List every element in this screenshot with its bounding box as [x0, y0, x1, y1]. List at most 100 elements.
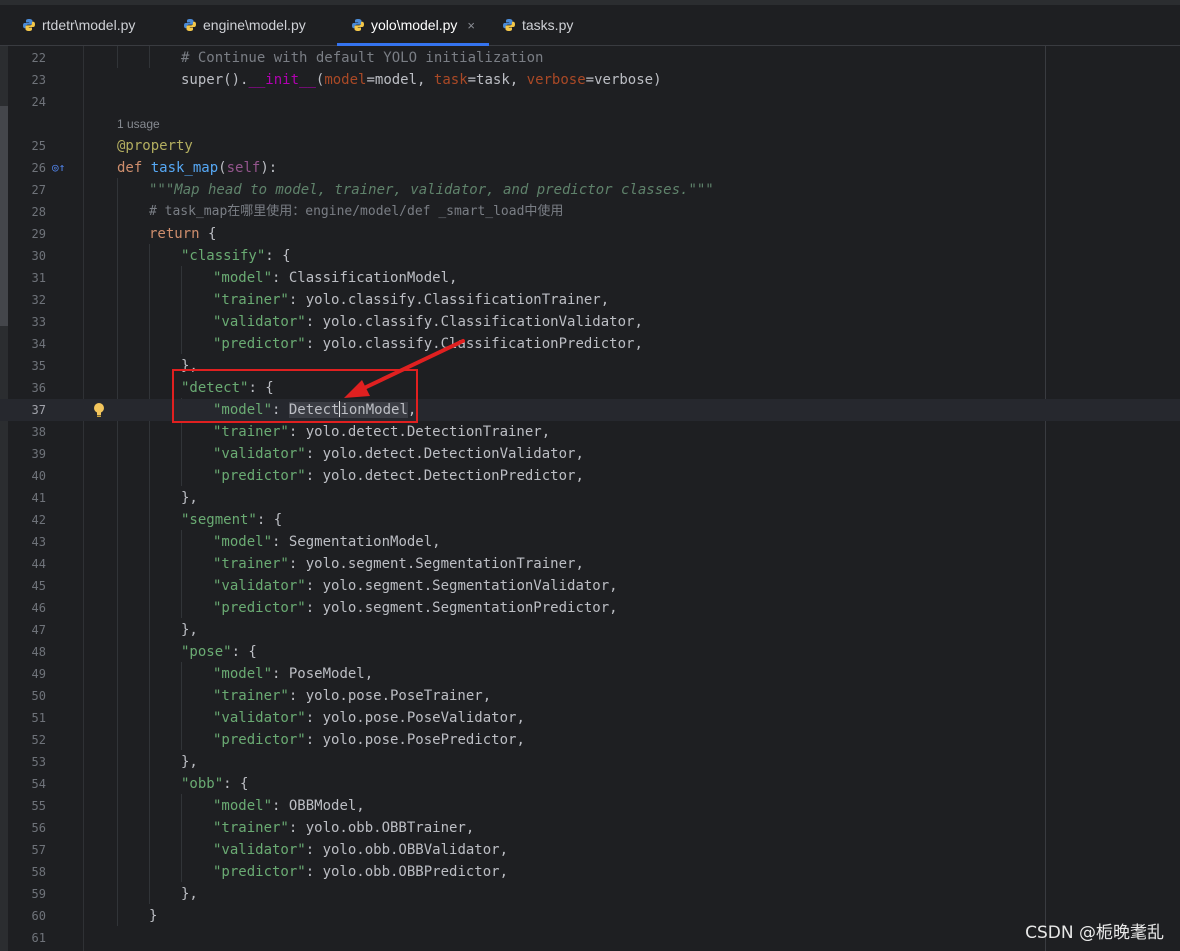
code-token: : [272, 798, 289, 814]
code-line[interactable]: 42 "segment": { [0, 509, 1180, 531]
code-token: yolo.pose.PoseValidator, [322, 710, 525, 726]
usage-hint[interactable]: 1 usage [117, 113, 160, 135]
code-line[interactable]: 28 # task_map在哪里使用：engine/model/def _sma… [0, 201, 1180, 223]
code-token: "trainer" [213, 820, 289, 836]
code-text: "model": SegmentationModel, [213, 531, 441, 553]
code-line[interactable]: 33 "validator": yolo.classify.Classifica… [0, 311, 1180, 333]
close-icon[interactable]: × [467, 18, 475, 33]
line-number: 47 [31, 623, 46, 637]
tab-yolo-model[interactable]: yolo\model.py × [337, 5, 489, 46]
code-text: } [149, 908, 158, 924]
code-text: "validator": yolo.obb.OBBValidator, [213, 839, 508, 861]
comment: # Continue with default YOLO initializat… [181, 50, 544, 66]
code-text: }, [181, 622, 198, 638]
code-token: SegmentationModel, [288, 534, 441, 550]
line-number: 22 [31, 51, 46, 65]
code-line[interactable]: 45 "validator": yolo.segment.Segmentatio… [0, 575, 1180, 597]
code-line[interactable]: 54 "obb": { [0, 773, 1180, 795]
code-token: : [305, 314, 323, 330]
code-line[interactable]: 56 "trainer": yolo.obb.OBBTrainer, [0, 817, 1180, 839]
code-line[interactable]: 48 "pose": { [0, 641, 1180, 663]
code-line[interactable]: 52 "predictor": yolo.pose.PosePredictor, [0, 729, 1180, 751]
line-number: 36 [31, 381, 46, 395]
tab-tasks[interactable]: tasks.py [502, 5, 573, 45]
code-line[interactable]: 50 "trainer": yolo.pose.PoseTrainer, [0, 685, 1180, 707]
code-line[interactable]: 55 "model": OBBModel, [0, 795, 1180, 817]
code-token: "predictor" [213, 468, 306, 484]
code-token: "model" [213, 798, 273, 814]
code-line[interactable]: 23 super().__init__(model=model, task=ta… [0, 69, 1180, 91]
code-token: task_map [150, 160, 219, 176]
code-line[interactable]: 39 "validator": yolo.detect.DetectionVal… [0, 443, 1180, 465]
code-text: "validator": yolo.pose.PoseValidator, [213, 707, 525, 729]
code-text: "predictor": yolo.segment.SegmentationPr… [213, 597, 618, 619]
code-line[interactable]: 30 "classify": { [0, 245, 1180, 267]
code-token: "validator" [213, 710, 306, 726]
code-line[interactable]: 59 }, [0, 883, 1180, 905]
code-token: : [288, 688, 306, 704]
code-line[interactable]: 44 "trainer": yolo.segment.SegmentationT… [0, 553, 1180, 575]
code-token: =verbose) [585, 72, 662, 88]
code-line[interactable]: 47 }, [0, 619, 1180, 641]
code-line[interactable]: 51 "validator": yolo.pose.PoseValidator, [0, 707, 1180, 729]
code-line[interactable]: 22 # Continue with default YOLO initiali… [0, 47, 1180, 69]
code-line[interactable]: 34 "predictor": yolo.classify.Classifica… [0, 333, 1180, 355]
line-number: 31 [31, 271, 46, 285]
tab-rtdetr-model[interactable]: rtdetr\model.py [22, 5, 135, 45]
code-line[interactable]: 26 ◎↑ def task_map(self): [0, 157, 1180, 179]
code-text: "predictor": yolo.obb.OBBPredictor, [213, 861, 508, 883]
code-line[interactable]: 24 [0, 91, 1180, 113]
code-line[interactable]: 31 "model": ClassificationModel, [0, 267, 1180, 289]
tab-label: engine\model.py [203, 17, 306, 33]
line-number: 37 [31, 403, 46, 417]
line-number: 23 [31, 73, 46, 87]
code-line[interactable]: 41 }, [0, 487, 1180, 509]
code-token: : [305, 336, 323, 352]
tab-engine-model[interactable]: engine\model.py [183, 5, 306, 45]
code-token: : [305, 578, 323, 594]
code-line[interactable]: 58 "predictor": yolo.obb.OBBPredictor, [0, 861, 1180, 883]
code-text: "trainer": yolo.segment.SegmentationTrai… [213, 553, 584, 575]
code-line[interactable]: 46 "predictor": yolo.segment.Segmentatio… [0, 597, 1180, 619]
code-line[interactable]: 29 return { [0, 223, 1180, 245]
code-editor[interactable]: 22 # Continue with default YOLO initiali… [0, 46, 1180, 951]
code-token: { [199, 226, 217, 242]
code-token: yolo.obb.OBBTrainer, [305, 820, 475, 836]
code-token: return [149, 226, 200, 242]
code-token: "predictor" [213, 600, 306, 616]
code-line[interactable]: 61 [0, 927, 1180, 949]
code-line[interactable]: 32 "trainer": yolo.classify.Classificati… [0, 289, 1180, 311]
code-line[interactable]: 53 }, [0, 751, 1180, 773]
code-line[interactable]: 25 @property [0, 135, 1180, 157]
code-token: : [272, 534, 289, 550]
code-token: task [433, 72, 468, 88]
line-number: 48 [31, 645, 46, 659]
code-line[interactable]: 38 "trainer": yolo.detect.DetectionTrain… [0, 421, 1180, 443]
code-token: __init__ [248, 72, 316, 88]
line-number: 50 [31, 689, 46, 703]
line-number: 53 [31, 755, 46, 769]
code-line[interactable]: 27 """Map head to model, trainer, valida… [0, 179, 1180, 201]
code-text: # Continue with default YOLO initializat… [181, 47, 543, 69]
line-number: 42 [31, 513, 46, 527]
code-token: "validator" [213, 314, 306, 330]
line-number: 43 [31, 535, 46, 549]
code-line[interactable]: 60 } [0, 905, 1180, 927]
code-text: "trainer": yolo.obb.OBBTrainer, [213, 817, 474, 839]
python-file-icon [23, 19, 35, 31]
line-number: 55 [31, 799, 46, 813]
code-token: "segment" [181, 512, 257, 528]
code-line[interactable]: 57 "validator": yolo.obb.OBBValidator, [0, 839, 1180, 861]
code-text: "model": OBBModel, [213, 795, 365, 817]
overrides-method-icon[interactable]: ◎↑ [52, 157, 65, 179]
code-line[interactable]: 40 "predictor": yolo.detect.DetectionPre… [0, 465, 1180, 487]
code-line[interactable]: 49 "model": PoseModel, [0, 663, 1180, 685]
lightbulb-icon[interactable] [93, 402, 105, 418]
line-number: 54 [31, 777, 46, 791]
code-token: : { [231, 644, 257, 660]
line-number: 52 [31, 733, 46, 747]
code-line[interactable]: 43 "model": SegmentationModel, [0, 531, 1180, 553]
watermark: CSDN @栀晚耄乱 [1025, 923, 1164, 943]
line-number: 45 [31, 579, 46, 593]
code-token: : [272, 270, 289, 286]
